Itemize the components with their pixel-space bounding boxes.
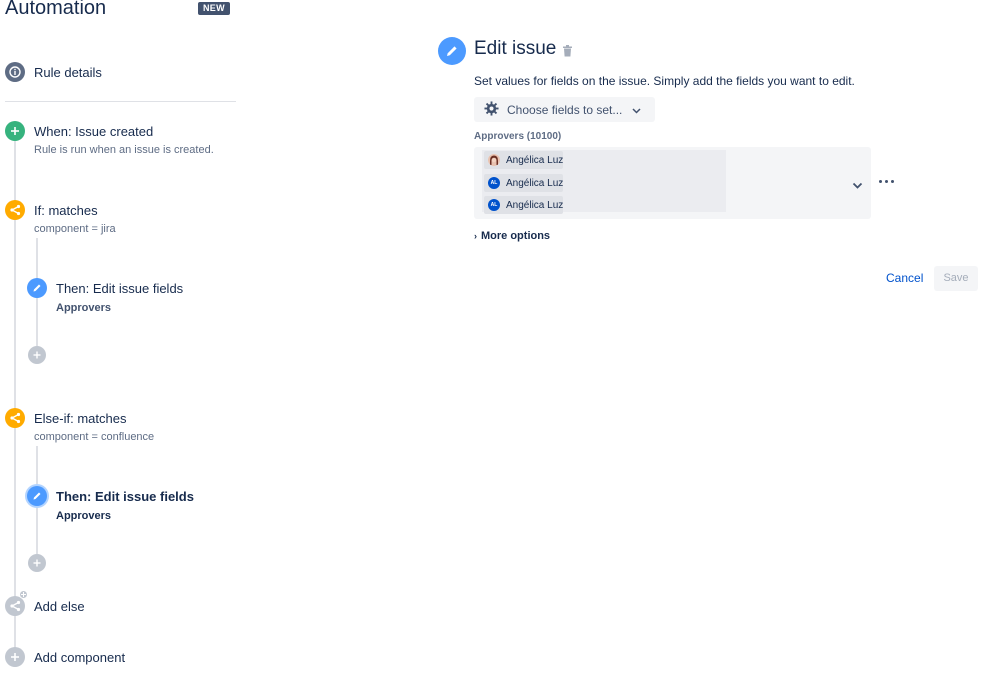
more-actions-icon[interactable]: [879, 180, 894, 183]
cancel-button[interactable]: Cancel: [880, 266, 929, 290]
user-chip[interactable]: AL Angélica Luz: [484, 196, 563, 214]
step-title: Then: Edit issue fields: [56, 281, 184, 296]
rail-line: [36, 296, 38, 346]
user-chip[interactable]: AL Angélica Luz: [484, 174, 563, 192]
rail-line: [14, 426, 16, 650]
field-label: Approvers (10100): [474, 131, 562, 142]
trash-icon[interactable]: [562, 44, 573, 62]
panel-title: Edit issue: [474, 38, 557, 59]
info-icon: [5, 62, 25, 82]
chevron-right-icon: ›: [474, 231, 477, 241]
step-title: Add else: [34, 599, 85, 614]
plus-icon: [5, 647, 25, 667]
step-subtitle: Approvers: [56, 510, 112, 522]
step-title: Then: Edit issue fields: [56, 489, 194, 504]
more-options-toggle[interactable]: › More options: [474, 230, 550, 242]
user-name: Angélica Luz: [506, 199, 564, 211]
choose-fields-dropdown[interactable]: Choose fields to set...: [474, 97, 655, 122]
gear-icon: [484, 100, 499, 119]
rail-line: [36, 446, 38, 488]
rail-line: [36, 504, 38, 554]
step-subtitle: component = jira: [34, 223, 116, 235]
save-button[interactable]: Save: [934, 266, 978, 291]
rail-line: [36, 238, 38, 280]
rail-line: [14, 139, 16, 203]
step-title: If: matches: [34, 203, 98, 218]
avatar: AL: [488, 177, 500, 189]
add-action-button[interactable]: [28, 346, 46, 364]
user-name: Angélica Luz: [506, 177, 564, 189]
new-badge: NEW: [198, 2, 230, 15]
step-title: Else-if: matches: [34, 411, 127, 426]
add-action-button[interactable]: [28, 554, 46, 572]
branch-add-icon: [5, 596, 25, 616]
step-title: Rule details: [34, 65, 102, 80]
user-chip[interactable]: Angélica Luz: [484, 151, 563, 169]
more-options-label: More options: [481, 230, 551, 242]
plus-icon: [5, 121, 25, 141]
pencil-icon: [27, 278, 47, 298]
step-title: Add component: [34, 650, 126, 665]
panel-description: Set values for fields on the issue. Simp…: [474, 74, 855, 88]
chevron-down-icon[interactable]: [852, 177, 863, 195]
avatar: AL: [488, 199, 500, 211]
branch-icon: [5, 408, 25, 428]
step-title: When: Issue created: [34, 124, 154, 139]
avatar: [488, 154, 500, 166]
step-subtitle: component = confluence: [34, 431, 155, 443]
page-title: Automation: [5, 0, 107, 19]
plus-icon: [19, 590, 28, 599]
pencil-icon: [27, 486, 47, 506]
rail-line: [14, 218, 16, 410]
branch-icon: [5, 200, 25, 220]
divider: [5, 101, 236, 102]
choose-fields-label: Choose fields to set...: [507, 102, 623, 117]
user-name: Angélica Luz: [506, 154, 564, 166]
step-subtitle: Rule is run when an issue is created.: [34, 144, 214, 156]
chevron-down-icon: [632, 103, 641, 117]
step-subtitle: Approvers: [56, 302, 112, 314]
pencil-icon: [438, 37, 466, 65]
